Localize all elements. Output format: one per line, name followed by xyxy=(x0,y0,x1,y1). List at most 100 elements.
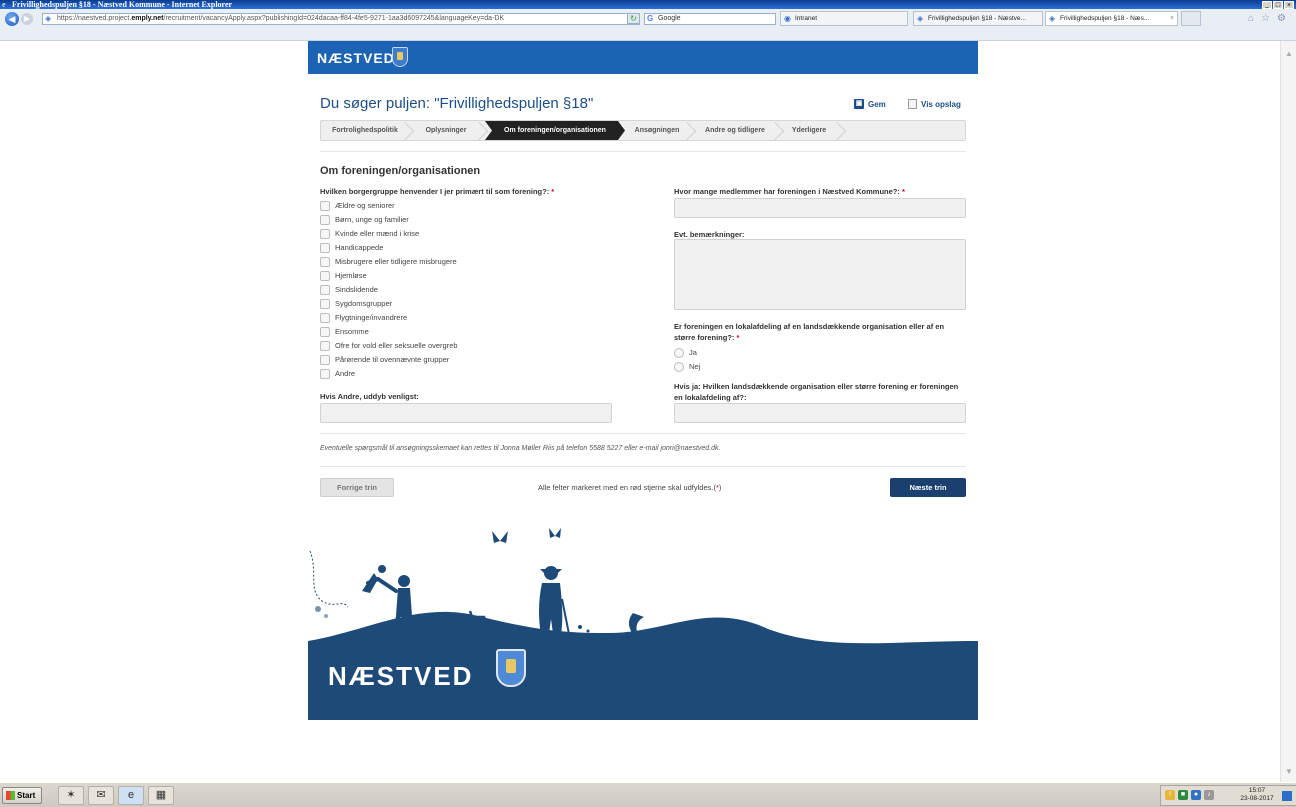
checkbox[interactable] xyxy=(320,270,330,281)
checkbox-hjemlose[interactable]: Hjemløse xyxy=(320,269,367,282)
clock[interactable]: 15:07 23-08-2017 xyxy=(1237,787,1277,803)
search-box[interactable]: G Google xyxy=(644,13,776,25)
checkbox-sygdomsgrupper[interactable]: Sygdomsgrupper xyxy=(320,297,392,310)
checkbox[interactable] xyxy=(320,312,330,323)
show-desktop-icon[interactable] xyxy=(1282,791,1292,801)
checkbox[interactable] xyxy=(320,242,330,253)
taskbar-app-remote-icon[interactable]: ▦ xyxy=(148,786,174,805)
checkbox[interactable] xyxy=(320,284,330,295)
window-titlebar: e Frivillighedspuljen §18 - Næstved Komm… xyxy=(0,0,1296,9)
section-title: Om foreningen/organisationen xyxy=(320,165,481,177)
tab-frivillighedspuljen-2[interactable]: ◈ Frivillighedspuljen §18 - Næs... × xyxy=(1045,11,1178,26)
checkbox[interactable] xyxy=(320,354,330,365)
browser-toolbar: ◀ ▶ ◈ https://naestved.project.emply.net… xyxy=(0,9,1296,41)
previous-step-button[interactable]: Forrige trin xyxy=(320,478,394,497)
address-bar[interactable]: ◈ https://naestved.project.emply.net/rec… xyxy=(42,13,640,25)
scroll-up-icon[interactable]: ▲ xyxy=(1285,49,1293,58)
gear-icon[interactable]: ⚙ xyxy=(1277,13,1286,24)
radio-button[interactable] xyxy=(674,347,684,358)
taskbar-app-ie-icon[interactable]: e xyxy=(118,786,144,805)
tab-frivillighedspuljen-1[interactable]: ◈ Frivillighedspuljen §18 - Næstve... xyxy=(913,11,1043,26)
checkbox[interactable] xyxy=(320,214,330,225)
checkbox[interactable] xyxy=(320,340,330,351)
divider xyxy=(320,466,966,467)
tab-intranet[interactable]: ◉ Intranet xyxy=(780,11,908,26)
site-icon: ◈ xyxy=(45,14,52,23)
footer-crest-icon xyxy=(496,649,526,687)
site-tab-icon: ◈ xyxy=(917,14,924,23)
footer-illustration: NÆSTVED xyxy=(308,521,978,720)
close-tab-icon[interactable]: × xyxy=(1170,12,1174,25)
tray-alert-icon[interactable]: ! xyxy=(1165,790,1175,800)
page-scrollbar[interactable]: ▲ ▼ xyxy=(1280,41,1296,782)
checkbox-flygtninge[interactable]: Flygtninge/invandrere xyxy=(320,311,407,324)
checkbox-ofre[interactable]: Ofre for vold eller seksuelle overgreb xyxy=(320,339,458,352)
scroll-down-icon[interactable]: ▼ xyxy=(1285,767,1293,776)
checkbox[interactable] xyxy=(320,200,330,211)
taskbar-app-explorer-icon[interactable]: ✶ xyxy=(58,786,84,805)
hvilken-label: Hvis ja: Hvilken landsdækkende organisat… xyxy=(674,382,959,402)
medlemmer-label: Hvor mange medlemmer har foreningen i Næ… xyxy=(674,187,905,196)
new-tab-button[interactable] xyxy=(1181,11,1201,26)
radio-nej[interactable]: Nej xyxy=(674,360,700,373)
checkbox-parorende[interactable]: Pårørende til ovennævnte grupper xyxy=(320,353,449,366)
step-separator xyxy=(405,121,413,140)
checkbox[interactable] xyxy=(320,368,330,379)
tray-volume-icon[interactable]: ♪ xyxy=(1204,790,1214,800)
checkbox[interactable] xyxy=(320,326,330,337)
bemaerkninger-textarea[interactable] xyxy=(674,239,966,310)
hvilken-input[interactable] xyxy=(674,403,966,423)
checkbox-andre[interactable]: Andre xyxy=(320,367,355,380)
step-separator xyxy=(479,121,487,140)
radio-ja[interactable]: Ja xyxy=(674,346,697,359)
divider xyxy=(320,433,966,434)
forward-button[interactable]: ▶ xyxy=(21,13,33,25)
naestved-logo[interactable]: NÆSTVED xyxy=(317,50,395,66)
checkbox-aeldre[interactable]: Ældre og seniorer xyxy=(320,199,395,212)
maximize-icon[interactable]: □ xyxy=(1273,1,1283,9)
crest-icon xyxy=(392,47,408,67)
tray-network-icon[interactable]: ● xyxy=(1191,790,1201,800)
checkbox[interactable] xyxy=(320,298,330,309)
checkbox-sindslidende[interactable]: Sindslidende xyxy=(320,283,378,296)
taskbar-app-outlook-icon[interactable]: ✉ xyxy=(88,786,114,805)
checkbox-ensomme[interactable]: Ensomme xyxy=(320,325,369,338)
windows-flag-icon xyxy=(6,791,15,800)
checkbox[interactable] xyxy=(320,256,330,267)
ie-icon: e xyxy=(2,0,6,9)
browser-tools: ⌂ ☆ ⚙ xyxy=(1248,13,1286,24)
tray-icons: ! ■ ● ♪ xyxy=(1165,790,1214,800)
step-separator xyxy=(837,121,845,140)
home-icon[interactable]: ⌂ xyxy=(1248,13,1254,24)
checkbox-misbrugere[interactable]: Misbrugere eller tidligere misbrugere xyxy=(320,255,457,268)
footer-naestved-logo: NÆSTVED xyxy=(328,661,474,691)
tray-security-icon[interactable]: ■ xyxy=(1178,790,1188,800)
intranet-icon: ◉ xyxy=(784,14,791,23)
andre-label: Hvis Andre, uddyb venligst: xyxy=(320,392,419,401)
checkbox[interactable] xyxy=(320,228,330,239)
step-andre-og-tidligere[interactable]: Andre og tidligere xyxy=(695,121,775,140)
checkbox-kvinde[interactable]: Kvinde eller mænd i krise xyxy=(320,227,419,240)
refresh-icon[interactable]: ↻ xyxy=(627,13,640,24)
back-button[interactable]: ◀ xyxy=(5,12,19,26)
window-controls: _ □ × xyxy=(1262,1,1294,9)
start-button[interactable]: Start xyxy=(2,787,42,804)
save-icon: ▣ xyxy=(854,99,864,109)
andre-input[interactable] xyxy=(320,403,612,423)
step-om-foreningen[interactable]: Om foreningen/organisationen xyxy=(485,121,625,140)
favorites-icon[interactable]: ☆ xyxy=(1261,13,1270,24)
medlemmer-input[interactable] xyxy=(674,198,966,218)
window-title: Frivillighedspuljen §18 - Næstved Kommun… xyxy=(12,0,233,9)
close-icon[interactable]: × xyxy=(1284,1,1294,9)
minimize-icon[interactable]: _ xyxy=(1262,1,1272,9)
step-fortrolighedspolitik[interactable]: Fortrolighedspolitik xyxy=(325,121,405,140)
document-icon xyxy=(908,99,917,109)
contact-note: Eventuelle spørgsmål til ansøgningsskema… xyxy=(320,445,721,452)
site-header: NÆSTVED xyxy=(308,41,978,74)
view-posting-link[interactable]: Vis opslag xyxy=(908,99,961,109)
save-button[interactable]: ▣ Gem xyxy=(854,99,886,109)
radio-button[interactable] xyxy=(674,361,684,372)
checkbox-handicappede[interactable]: Handicappede xyxy=(320,241,383,254)
checkbox-born[interactable]: Børn, unge og familier xyxy=(320,213,409,226)
next-step-button[interactable]: Næste trin xyxy=(890,478,966,497)
